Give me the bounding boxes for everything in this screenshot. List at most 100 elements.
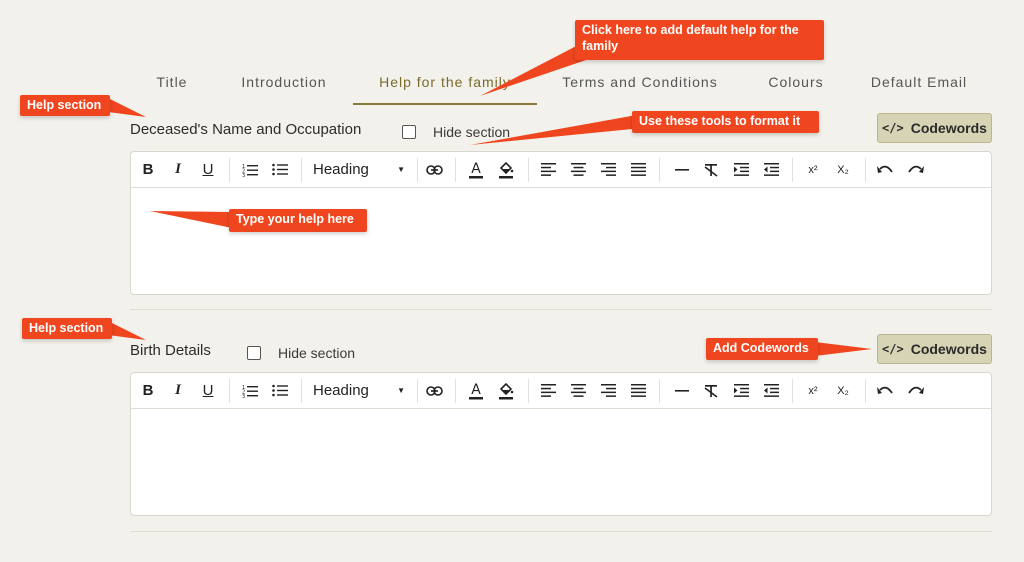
italic-icon[interactable]: I	[165, 152, 191, 187]
editor-toolbar: B I U 123 Heading ▼ A x² X₂	[131, 152, 991, 188]
heading-select-value: Heading	[313, 382, 369, 399]
horizontal-rule-icon[interactable]	[669, 373, 695, 408]
toolbar-divider	[455, 158, 456, 182]
ordered-list-icon[interactable]: 123	[237, 152, 263, 187]
bold-icon[interactable]: B	[135, 152, 161, 187]
toolbar-divider	[417, 158, 418, 182]
indent-icon[interactable]	[728, 373, 754, 408]
align-center-icon[interactable]	[565, 373, 591, 408]
heading-select[interactable]: Heading ▼	[307, 373, 411, 408]
codewords-button[interactable]: </> Codewords	[877, 334, 992, 364]
link-icon[interactable]	[421, 152, 447, 187]
hide-section-label: Hide section	[278, 345, 356, 361]
toolbar-divider	[528, 158, 529, 182]
subscript-icon[interactable]: X₂	[830, 152, 856, 187]
align-justify-icon[interactable]	[625, 373, 651, 408]
toolbar-divider	[301, 158, 302, 182]
redo-icon[interactable]	[902, 152, 928, 187]
undo-icon[interactable]	[872, 152, 898, 187]
align-left-icon[interactable]	[535, 152, 561, 187]
align-right-icon[interactable]	[595, 373, 621, 408]
highlight-icon[interactable]	[493, 152, 519, 187]
link-icon[interactable]	[421, 373, 447, 408]
hide-section-label: Hide section	[433, 124, 511, 140]
undo-icon[interactable]	[872, 373, 898, 408]
callout-pointer	[815, 342, 872, 356]
toolbar-divider	[865, 158, 866, 182]
callout-tab-hint: Click here to add default help for the f…	[575, 20, 824, 60]
tab-colours[interactable]: Colours	[752, 64, 840, 104]
callout-pointer	[108, 321, 146, 340]
ordered-list-icon[interactable]: 123	[237, 373, 263, 408]
highlight-icon[interactable]	[493, 373, 519, 408]
horizontal-rule-icon[interactable]	[669, 152, 695, 187]
editor-content-area[interactable]	[131, 409, 991, 515]
align-justify-icon[interactable]	[625, 152, 651, 187]
callout-codewords-hint: Add Codewords	[706, 338, 818, 360]
codewords-button[interactable]: </> Codewords	[877, 113, 992, 143]
heading-select[interactable]: Heading ▼	[307, 152, 411, 187]
underline-icon[interactable]: U	[195, 152, 221, 187]
toolbar-divider	[659, 158, 660, 182]
section-divider	[130, 531, 992, 532]
hide-section-toggle[interactable]: Hide section	[402, 124, 510, 140]
section-divider	[130, 309, 992, 310]
svg-text:A: A	[471, 161, 481, 177]
svg-text:3: 3	[242, 394, 245, 398]
hide-section-toggle[interactable]: Hide section	[247, 345, 355, 361]
callout-tools-hint: Use these tools to format it	[632, 111, 819, 133]
hide-section-checkbox[interactable]	[402, 125, 416, 139]
clear-format-icon[interactable]	[698, 373, 724, 408]
toolbar-divider	[792, 158, 793, 182]
tab-terms-and-conditions[interactable]: Terms and Conditions	[550, 64, 730, 104]
toolbar-divider	[417, 379, 418, 403]
code-icon: </>	[882, 342, 904, 356]
section-title: Deceased's Name and Occupation	[130, 121, 362, 138]
bullet-list-icon[interactable]	[267, 373, 293, 408]
bold-icon[interactable]: B	[135, 373, 161, 408]
editor-toolbar: B I U 123 Heading ▼ A x² X₂	[131, 373, 991, 409]
font-color-icon[interactable]: A	[463, 373, 489, 408]
tab-default-email[interactable]: Default Email	[860, 64, 978, 104]
rich-text-editor: B I U 123 Heading ▼ A x² X₂	[130, 372, 992, 516]
align-left-icon[interactable]	[535, 373, 561, 408]
font-color-icon[interactable]: A	[463, 152, 489, 187]
toolbar-divider	[301, 379, 302, 403]
toolbar-divider	[792, 379, 793, 403]
italic-icon[interactable]: I	[165, 373, 191, 408]
underline-icon[interactable]: U	[195, 373, 221, 408]
redo-icon[interactable]	[902, 373, 928, 408]
toolbar-divider	[455, 379, 456, 403]
outdent-icon[interactable]	[758, 152, 784, 187]
codewords-label: Codewords	[910, 120, 987, 136]
toolbar-divider	[865, 379, 866, 403]
section-title: Birth Details	[130, 342, 211, 359]
callout-help-section: Help section	[22, 318, 112, 339]
superscript-icon[interactable]: x²	[800, 373, 826, 408]
align-center-icon[interactable]	[565, 152, 591, 187]
toolbar-divider	[659, 379, 660, 403]
callout-type-hint: Type your help here	[229, 209, 367, 232]
indent-icon[interactable]	[728, 152, 754, 187]
svg-text:A: A	[471, 382, 481, 398]
heading-select-value: Heading	[313, 161, 369, 178]
toolbar-divider	[528, 379, 529, 403]
align-right-icon[interactable]	[595, 152, 621, 187]
tab-title[interactable]: Title	[130, 64, 214, 104]
hide-section-checkbox[interactable]	[247, 346, 261, 360]
bullet-list-icon[interactable]	[267, 152, 293, 187]
subscript-icon[interactable]: X₂	[830, 373, 856, 408]
callout-help-section: Help section	[20, 95, 110, 116]
toolbar-divider	[229, 158, 230, 182]
superscript-icon[interactable]: x²	[800, 152, 826, 187]
code-icon: </>	[882, 121, 904, 135]
outdent-icon[interactable]	[758, 373, 784, 408]
clear-format-icon[interactable]	[698, 152, 724, 187]
active-tab-indicator	[353, 103, 537, 105]
tab-introduction[interactable]: Introduction	[226, 64, 342, 104]
svg-text:3: 3	[242, 173, 245, 177]
editor-content-area[interactable]	[131, 188, 991, 294]
tab-help-for-the-family[interactable]: Help for the family	[353, 64, 537, 104]
tab-bar: Title Introduction Help for the family T…	[130, 64, 992, 106]
chevron-down-icon: ▼	[397, 386, 405, 395]
